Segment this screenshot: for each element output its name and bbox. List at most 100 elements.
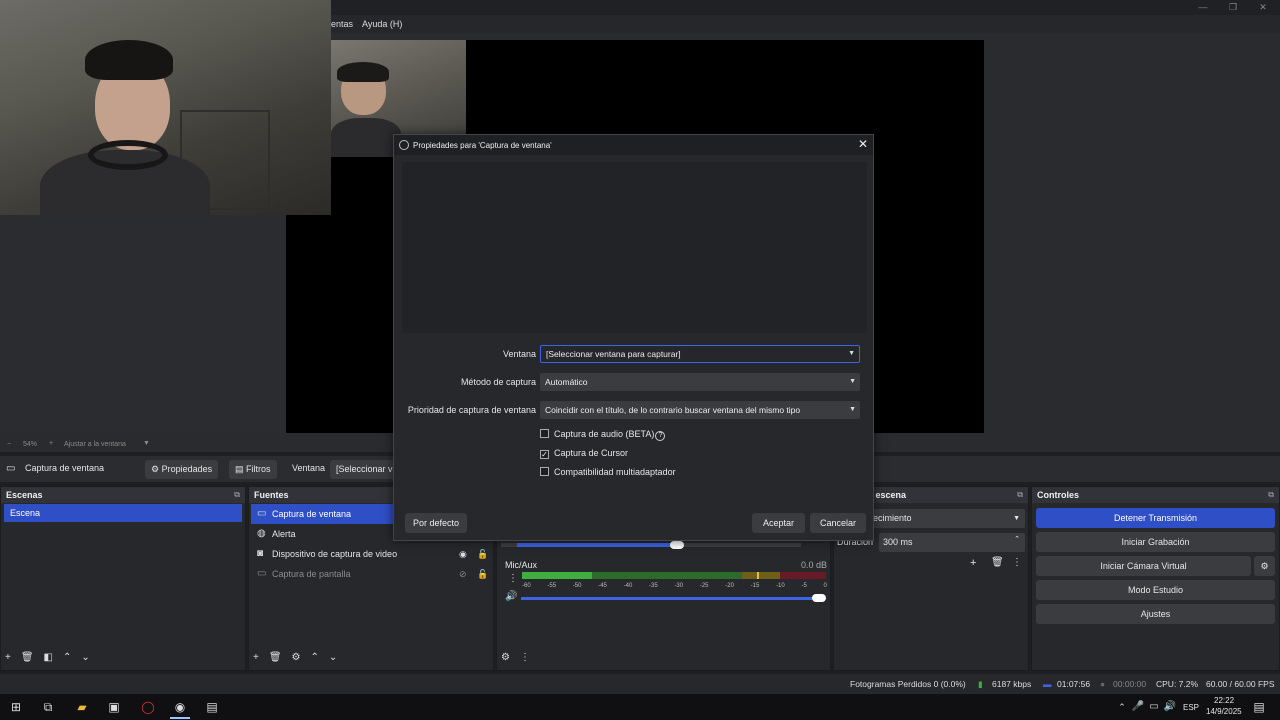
scene-item[interactable]: Escena [4, 504, 242, 522]
cancel-button[interactable]: Cancelar [810, 513, 866, 533]
menu-item-tools-partial[interactable]: entas [331, 19, 353, 29]
window-icon: ▭ [257, 508, 267, 519]
close-icon[interactable]: ✕ [1248, 0, 1278, 14]
close-icon[interactable]: ✕ [858, 137, 868, 151]
arrow-down-icon[interactable]: ⌄ [329, 652, 337, 663]
maximize-icon[interactable]: ❐ [1218, 0, 1248, 14]
duration-spinbox[interactable]: 300 ms ⌃ [879, 533, 1025, 552]
volume-icon[interactable]: 🔊 [1162, 699, 1178, 715]
signal-icon: ▮ [978, 679, 983, 689]
level-meter-red [780, 572, 826, 579]
start-virtual-camera-button[interactable]: Iniciar Cámara Virtual [1036, 556, 1251, 576]
store-icon[interactable]: ▣ [106, 699, 122, 715]
lock-icon[interactable]: 🔓 [477, 544, 488, 564]
checkbox-box[interactable] [540, 467, 549, 476]
ok-button[interactable]: Aceptar [752, 513, 805, 533]
windows-start-icon[interactable]: ⊞ [8, 699, 24, 715]
fps: 60.00 / 60.00 FPS [1206, 679, 1275, 689]
help-icon[interactable]: ? [655, 431, 666, 441]
trash-icon[interactable]: 🗑 [991, 557, 1004, 568]
meter-tick: -15 [750, 583, 760, 589]
volume-slider-handle[interactable] [670, 541, 684, 549]
more-options-icon[interactable]: ⋮ [520, 652, 530, 663]
window-select-value: [Seleccionar ventana para capturar] [546, 349, 681, 359]
sources-title: Fuentes [254, 490, 289, 500]
clock-time[interactable]: 22:22 [1214, 696, 1234, 705]
speaker-icon[interactable]: 🔊 [505, 591, 517, 602]
eye-hidden-icon[interactable]: ⊘ [459, 564, 467, 584]
network-icon[interactable]: ▭ [1146, 699, 1162, 715]
checkbox-box-checked[interactable]: ✓ [540, 450, 549, 459]
start-recording-button[interactable]: Iniciar Grabación [1036, 532, 1275, 552]
lock-icon[interactable]: 🔓 [477, 564, 488, 584]
trash-icon[interactable]: 🗑 [21, 652, 34, 663]
chevron-up-icon[interactable]: ⌃ [1114, 699, 1130, 715]
checkbox-box[interactable] [540, 429, 549, 438]
defaults-button[interactable]: Por defecto [405, 513, 467, 533]
source-item[interactable]: ▭ Captura de pantalla ⊘ 🔓 [251, 564, 491, 584]
add-transition-icon[interactable]: + [970, 557, 976, 569]
eye-icon[interactable]: ◉ [459, 544, 467, 564]
controls-header: Controles ⧉ [1032, 487, 1279, 503]
opera-gx-icon[interactable]: ◯ [140, 699, 156, 715]
arrow-down-icon[interactable]: ⌄ [81, 652, 89, 663]
chevron-down-icon: ▼ [849, 406, 856, 413]
audio-capture-checkbox[interactable]: Captura de audio (BETA)? [540, 428, 666, 441]
gear-icon: ⚙ [151, 464, 160, 474]
gear-icon[interactable]: ⚙ [292, 652, 301, 663]
obs-icon[interactable]: ◉ [172, 699, 188, 715]
trash-icon[interactable]: 🗑 [269, 652, 282, 663]
minimize-icon[interactable]: — [1188, 0, 1218, 14]
multiadapter-checkbox[interactable]: Compatibilidad multiadaptador [540, 466, 676, 478]
transition-select[interactable]: ecimiento ▼ [869, 509, 1025, 528]
source-name: Alerta [272, 529, 296, 539]
file-explorer-icon[interactable]: ▰ [74, 699, 90, 715]
volume-slider-handle[interactable] [812, 594, 826, 602]
language-indicator[interactable]: ESP [1183, 703, 1199, 712]
virtual-camera-settings-button[interactable]: ⚙ [1254, 556, 1275, 576]
undock-icon[interactable]: ⧉ [1268, 487, 1274, 503]
microphone-icon[interactable]: 🎤 [1130, 699, 1146, 715]
filters-button[interactable]: ▤ Filtros [229, 460, 277, 479]
preview-dark-block [0, 215, 286, 433]
sources-toolbar: + 🗑 ⚙ ⌃ ⌄ [253, 652, 347, 668]
more-options-icon[interactable]: ⋮ [1012, 557, 1022, 568]
undock-icon[interactable]: ⧉ [234, 487, 240, 503]
undock-icon[interactable]: ⧉ [1017, 487, 1023, 503]
notification-icon[interactable]: ▤ [1251, 699, 1267, 715]
dialog-title-bar: Propiedades para 'Captura de ventana' ✕ [394, 135, 873, 155]
cursor-capture-checkbox[interactable]: ✓ Captura de Cursor [540, 447, 628, 459]
filter-icon: ▤ [235, 464, 244, 474]
studio-mode-button[interactable]: Modo Estudio [1036, 580, 1275, 600]
more-options-icon[interactable]: ⋮ [508, 573, 518, 584]
meter-tick: -10 [776, 583, 785, 589]
app-icon[interactable]: ▤ [204, 699, 220, 715]
fit-to-window[interactable]: Ajustar a la ventana [64, 441, 126, 448]
volume-slider-track-2[interactable] [521, 597, 825, 600]
arrow-up-icon[interactable]: ⌃ [311, 652, 319, 663]
add-scene-icon[interactable]: + [5, 652, 11, 663]
settings-button[interactable]: Ajustes [1036, 604, 1275, 624]
meter-tick: -40 [623, 583, 633, 589]
task-view-icon[interactable]: ⧉ [40, 699, 56, 715]
clock-date[interactable]: 14/9/2025 [1206, 707, 1242, 716]
zoom-in-button[interactable]: + [49, 440, 53, 447]
volume-slider-fill-1 [517, 543, 677, 547]
capture-priority-select[interactable]: Coincidir con el título, de lo contrario… [540, 401, 860, 419]
gear-icon[interactable]: ⚙ [501, 652, 510, 663]
source-item[interactable]: ◙ Dispositivo de captura de video ◉ 🔓 [251, 544, 491, 564]
stop-stream-button[interactable]: Detener Transmisión [1036, 508, 1275, 528]
filter-icon[interactable]: ◧ [44, 652, 53, 663]
chevron-down-icon[interactable]: ▼ [143, 440, 150, 447]
context-window-select[interactable]: [Seleccionar ve [330, 460, 396, 479]
chevron-up-icon[interactable]: ⌃ [1014, 530, 1020, 549]
window-select[interactable]: [Seleccionar ventana para capturar] ▼ [540, 345, 860, 363]
mixer-channel-name: Mic/Aux [505, 560, 538, 570]
zoom-out-button[interactable]: − [7, 441, 11, 448]
capture-method-select[interactable]: Automático ▼ [540, 373, 860, 391]
menu-item-help[interactable]: Ayuda (H) [362, 19, 402, 29]
scenes-title: Escenas [6, 490, 43, 500]
add-source-icon[interactable]: + [253, 652, 259, 663]
arrow-up-icon[interactable]: ⌃ [63, 652, 71, 663]
properties-button[interactable]: ⚙ Propiedades [145, 460, 219, 479]
